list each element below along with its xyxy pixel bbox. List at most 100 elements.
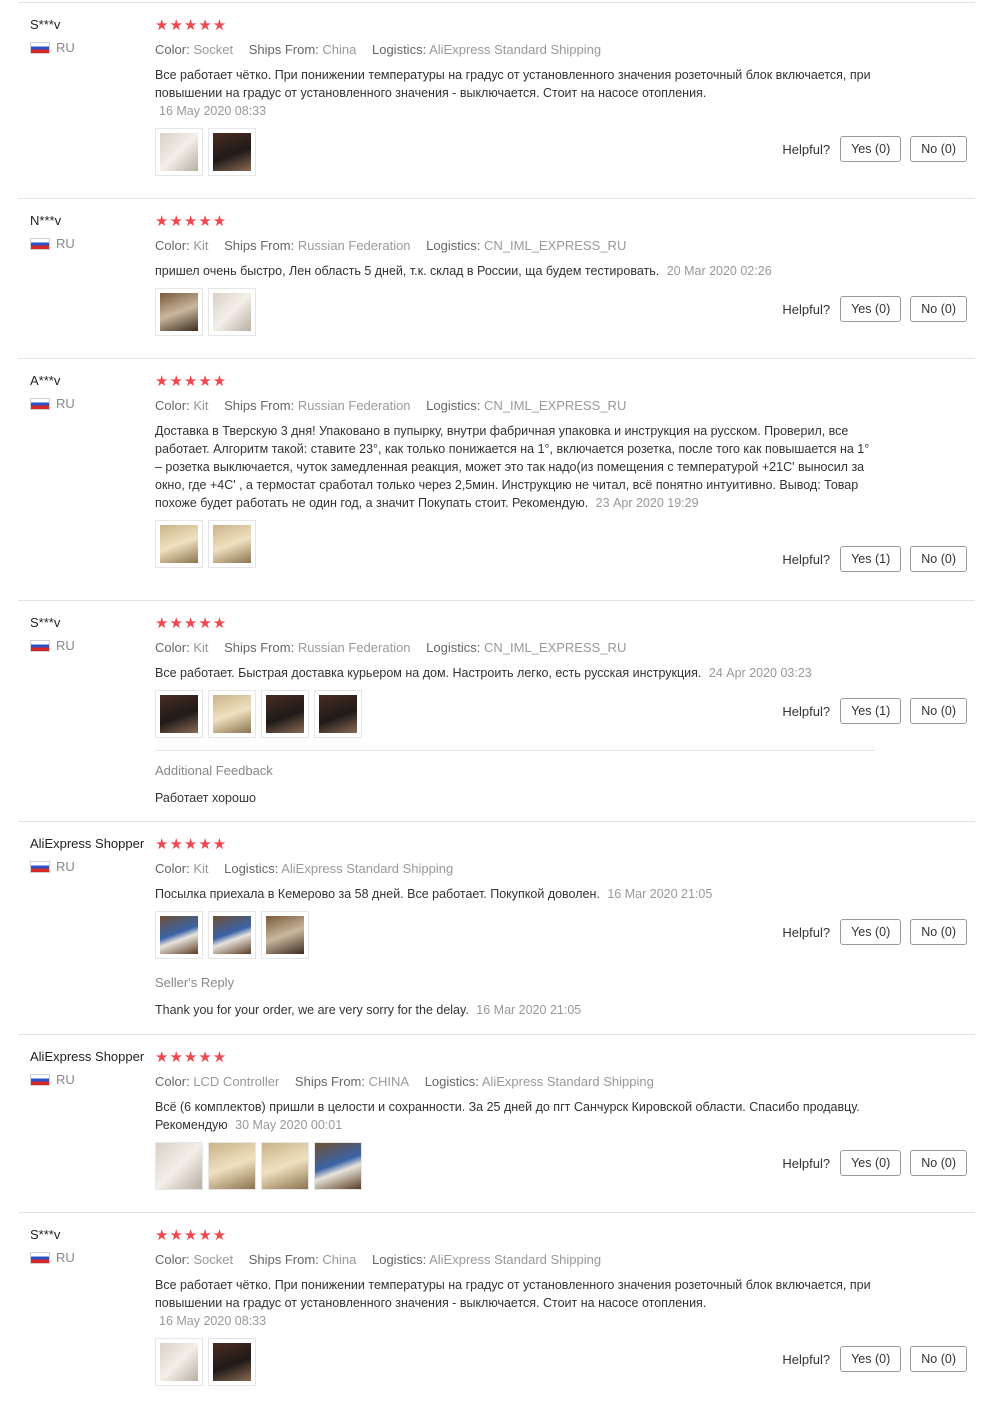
attr-key: Color: [155,1252,190,1267]
country-code: RU [56,1072,75,1087]
country-code: RU [56,1250,75,1265]
russia-flag-icon [30,860,50,873]
reviewer-info: AliExpress Shopper RU [30,836,160,874]
helpful-label: Helpful? [782,551,831,567]
helpful-yes-button[interactable]: Yes (0) [840,136,902,162]
review-photo[interactable] [261,1142,309,1190]
helpful-controls: Helpful? Yes (0) No (0) [782,296,967,322]
review-text: Всё (6 комплектов) пришли в целости и со… [155,1098,875,1134]
helpful-yes-button[interactable]: Yes (1) [840,546,902,572]
attr-key: Logistics: [371,42,427,57]
russia-flag-icon [30,237,50,250]
order-attributes: Color: Socket Ships From: China Logistic… [155,1252,875,1267]
reviewer-name: AliExpress Shopper [30,1049,145,1064]
review-photos [155,520,875,568]
review-photo[interactable] [208,1338,256,1386]
russia-flag-icon [30,639,50,652]
attr-value: Russian Federation [297,398,411,413]
reviewer-info: S***v RU [30,17,160,55]
review-photo[interactable] [208,520,256,568]
review-text: Все работает чётко. При понижении темпер… [155,68,871,100]
seller-reply-date: 16 Mar 2020 21:05 [476,1003,582,1017]
attr-value: CN_IML_EXPRESS_RU [484,640,627,655]
attr-value: China [322,42,357,57]
review-photo[interactable] [208,911,256,959]
star-rating: ★★★★★ [155,17,228,34]
additional-feedback-title: Additional Feedback [155,763,273,778]
helpful-controls: Helpful? Yes (0) No (0) [782,136,967,162]
helpful-controls: Helpful? Yes (1) No (0) [782,698,967,724]
review-photo[interactable] [155,520,203,568]
review-photo[interactable] [208,128,256,176]
helpful-yes-button[interactable]: Yes (0) [840,919,902,945]
attr-value: Russian Federation [297,640,411,655]
review-photo[interactable] [314,1142,362,1190]
attr-key: Color: [155,640,190,655]
helpful-controls: Helpful? Yes (0) No (0) [782,1150,967,1176]
helpful-no-button[interactable]: No (0) [910,136,967,162]
review-body: Все работает. Быстрая доставка курьером … [155,666,702,680]
review-photo[interactable] [261,690,309,738]
country-code: RU [56,859,75,874]
order-attributes: Color: Socket Ships From: China Logistic… [155,42,875,57]
attr-value: Russian Federation [297,238,411,253]
helpful-controls: Helpful? Yes (0) No (0) [782,1346,967,1372]
review-photo[interactable] [208,288,256,336]
seller-reply-text: Thank you for your order, we are very so… [155,1003,875,1017]
attr-key: Color: [155,861,190,876]
helpful-no-button[interactable]: No (0) [910,698,967,724]
helpful-yes-button[interactable]: Yes (0) [840,1346,902,1372]
review-date: 24 Apr 2020 03:23 [708,666,812,680]
review-item: S***v RU ★★★★★ Color: Socket Ships From:… [18,1212,975,1407]
russia-flag-icon [30,1073,50,1086]
review-photo[interactable] [155,911,203,959]
review-photo[interactable] [155,128,203,176]
helpful-no-button[interactable]: No (0) [910,1346,967,1372]
attr-value: AliExpress Standard Shipping [481,1074,654,1089]
attr-key: Ships From: [224,398,295,413]
attr-key: Color: [155,238,190,253]
country-code: RU [56,638,75,653]
attr-key: Color: [155,1074,190,1089]
review-photo[interactable] [155,690,203,738]
attr-value: AliExpress Standard Shipping [281,861,454,876]
review-content: ★★★★★ Color: Kit Ships From: Russian Fed… [155,615,875,805]
helpful-controls: Helpful? Yes (1) No (0) [782,546,967,572]
review-body: Посылка приехала в Кемерово за 58 дней. … [155,887,600,901]
order-attributes: Color: Kit Ships From: Russian Federatio… [155,238,875,253]
review-body: пришел очень быстро, Лен область 5 дней,… [155,264,660,278]
review-photo[interactable] [314,690,362,738]
review-photo[interactable] [155,288,203,336]
country-code: RU [56,396,75,411]
review-photos [155,128,875,176]
reviewer-info: A***v RU [30,373,160,411]
review-photo[interactable] [208,1142,256,1190]
helpful-no-button[interactable]: No (0) [910,1150,967,1176]
attr-value: Kit [193,398,209,413]
helpful-yes-button[interactable]: Yes (1) [840,698,902,724]
attr-key: Logistics: [371,1252,427,1267]
attr-value: Kit [193,640,209,655]
helpful-yes-button[interactable]: Yes (0) [840,296,902,322]
review-photo[interactable] [155,1338,203,1386]
review-photos [155,1338,875,1386]
reviewer-country: RU [30,638,160,653]
reviewer-name: A***v [30,373,61,388]
star-rating: ★★★★★ [155,1049,228,1066]
review-photo[interactable] [155,1142,203,1190]
review-photo[interactable] [261,911,309,959]
review-photo[interactable] [208,690,256,738]
reviewer-name: S***v [30,615,61,630]
helpful-no-button[interactable]: No (0) [910,296,967,322]
review-photos [155,911,875,959]
helpful-label: Helpful? [782,703,831,719]
attr-value: Kit [193,861,209,876]
reviewer-country: RU [30,396,160,411]
reviewer-country: RU [30,1250,160,1265]
country-code: RU [56,236,75,251]
helpful-yes-button[interactable]: Yes (0) [840,1150,902,1176]
attr-value: China [322,1252,357,1267]
review-date: 16 Mar 2020 21:05 [607,887,713,901]
helpful-no-button[interactable]: No (0) [910,546,967,572]
helpful-no-button[interactable]: No (0) [910,919,967,945]
